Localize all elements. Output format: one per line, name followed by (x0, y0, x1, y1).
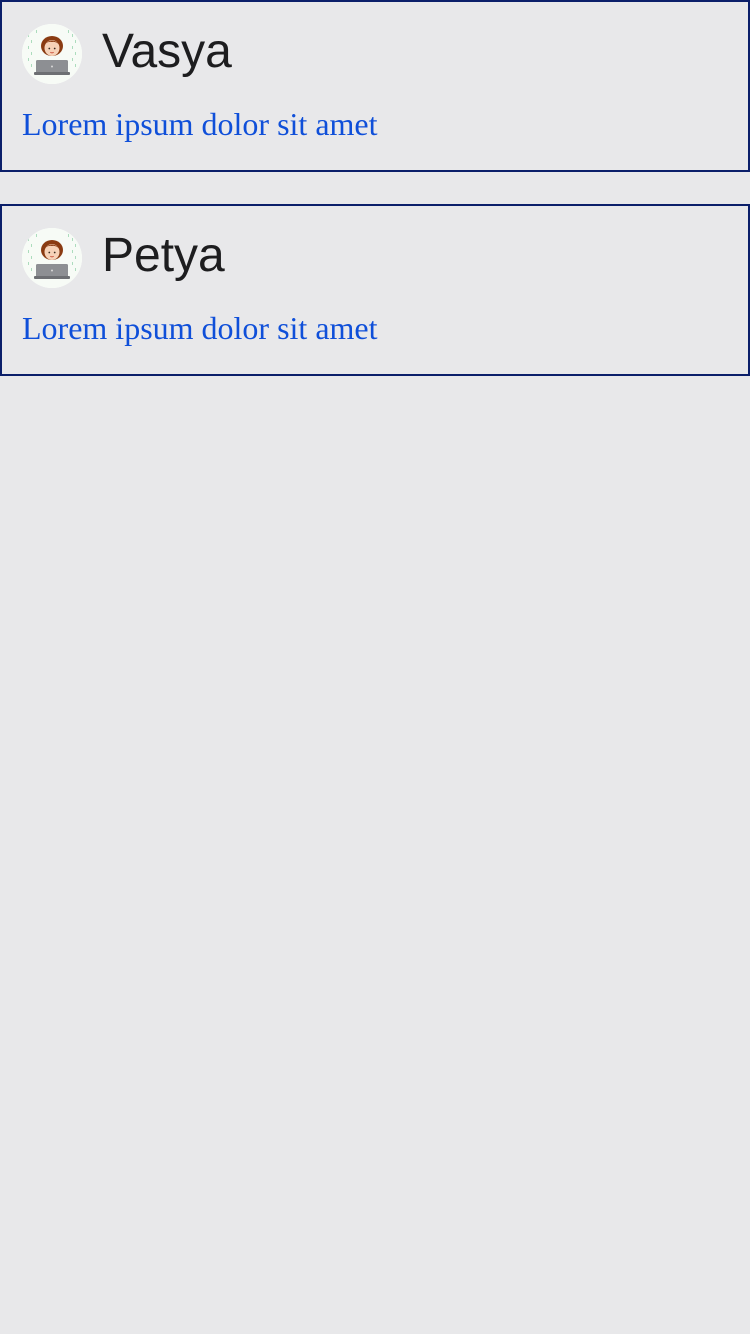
avatar-person-laptop-icon (22, 24, 82, 84)
contact-name: Petya (102, 229, 225, 282)
contact-message[interactable]: Lorem ipsum dolor sit amet (22, 104, 378, 144)
contact-card[interactable]: Petya Lorem ipsum dolor sit amet (0, 204, 750, 376)
contact-message[interactable]: Lorem ipsum dolor sit amet (22, 308, 378, 348)
avatar-person-laptop-icon (22, 228, 82, 288)
contact-card[interactable]: Vasya Lorem ipsum dolor sit amet (0, 0, 750, 172)
contact-name: Vasya (102, 25, 232, 78)
